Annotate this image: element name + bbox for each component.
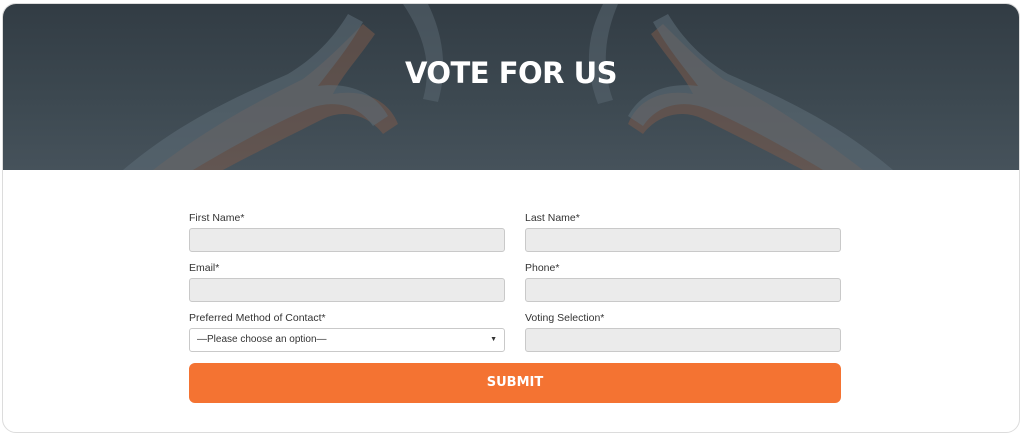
contact-method-selected: —Please choose an option— [197,334,327,345]
phone-input[interactable] [525,278,841,302]
last-name-input[interactable] [525,228,841,252]
voting-selection-field: Voting Selection* [525,311,841,352]
phone-field: Phone* [525,261,841,302]
email-field: Email* [189,261,505,302]
hero-banner: VOTE FOR US [3,4,1019,170]
vote-form-card: VOTE FOR US First Name* Last Name* Email… [2,3,1020,433]
submit-button[interactable]: SUBMIT [189,363,841,403]
first-name-field: First Name* [189,211,505,252]
first-name-label: First Name* [189,212,245,224]
page-title: VOTE FOR US [404,56,618,90]
caret-down-icon: ▼ [490,336,497,343]
phone-label: Phone* [525,262,560,274]
contact-method-label: Preferred Method of Contact* [189,312,326,324]
contact-method-field: Preferred Method of Contact* —Please cho… [189,311,505,352]
last-name-field: Last Name* [525,211,841,252]
email-input[interactable] [189,278,505,302]
email-label: Email* [189,262,220,274]
last-name-label: Last Name* [525,212,580,224]
voting-selection-label: Voting Selection* [525,312,605,324]
contact-method-select[interactable]: —Please choose an option— ▼ [189,328,505,352]
first-name-input[interactable] [189,228,505,252]
voting-selection-input[interactable] [525,328,841,352]
